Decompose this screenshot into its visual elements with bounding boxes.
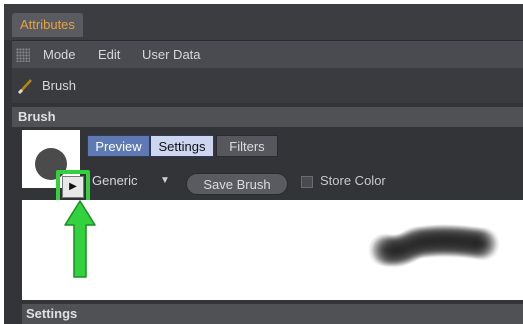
tab-bar: Attributes bbox=[4, 4, 523, 40]
menu-bar: Mode Edit User Data bbox=[12, 40, 523, 69]
tab-settings[interactable]: Settings bbox=[150, 135, 214, 157]
object-row: Brush bbox=[12, 68, 523, 103]
tab-filters[interactable]: Filters bbox=[216, 135, 278, 157]
brush-icon bbox=[17, 79, 32, 94]
preset-dropdown-value: Generic bbox=[92, 173, 138, 188]
menu-edit[interactable]: Edit bbox=[98, 41, 120, 68]
chevron-down-icon: ▼ bbox=[160, 175, 170, 186]
attributes-window: Attributes Mode Edit User Data Brush Bru… bbox=[4, 4, 523, 324]
object-label: Brush bbox=[42, 78, 76, 93]
store-color-checkbox[interactable] bbox=[301, 176, 313, 188]
grip-icon[interactable] bbox=[16, 48, 30, 62]
stroke-dab bbox=[468, 227, 500, 261]
menu-user-data[interactable]: User Data bbox=[142, 41, 201, 68]
tab-attributes[interactable]: Attributes bbox=[12, 13, 83, 37]
tab-preview[interactable]: Preview bbox=[87, 135, 150, 157]
pointer-arrow bbox=[64, 200, 96, 278]
section-header-brush: Brush bbox=[12, 107, 523, 127]
store-color-label: Store Color bbox=[320, 173, 386, 188]
section-header-settings: Settings bbox=[22, 304, 523, 324]
save-brush-button[interactable]: Save Brush bbox=[186, 173, 288, 195]
preset-dropdown[interactable]: Generic ▼ bbox=[92, 170, 174, 192]
menu-mode[interactable]: Mode bbox=[43, 41, 76, 68]
